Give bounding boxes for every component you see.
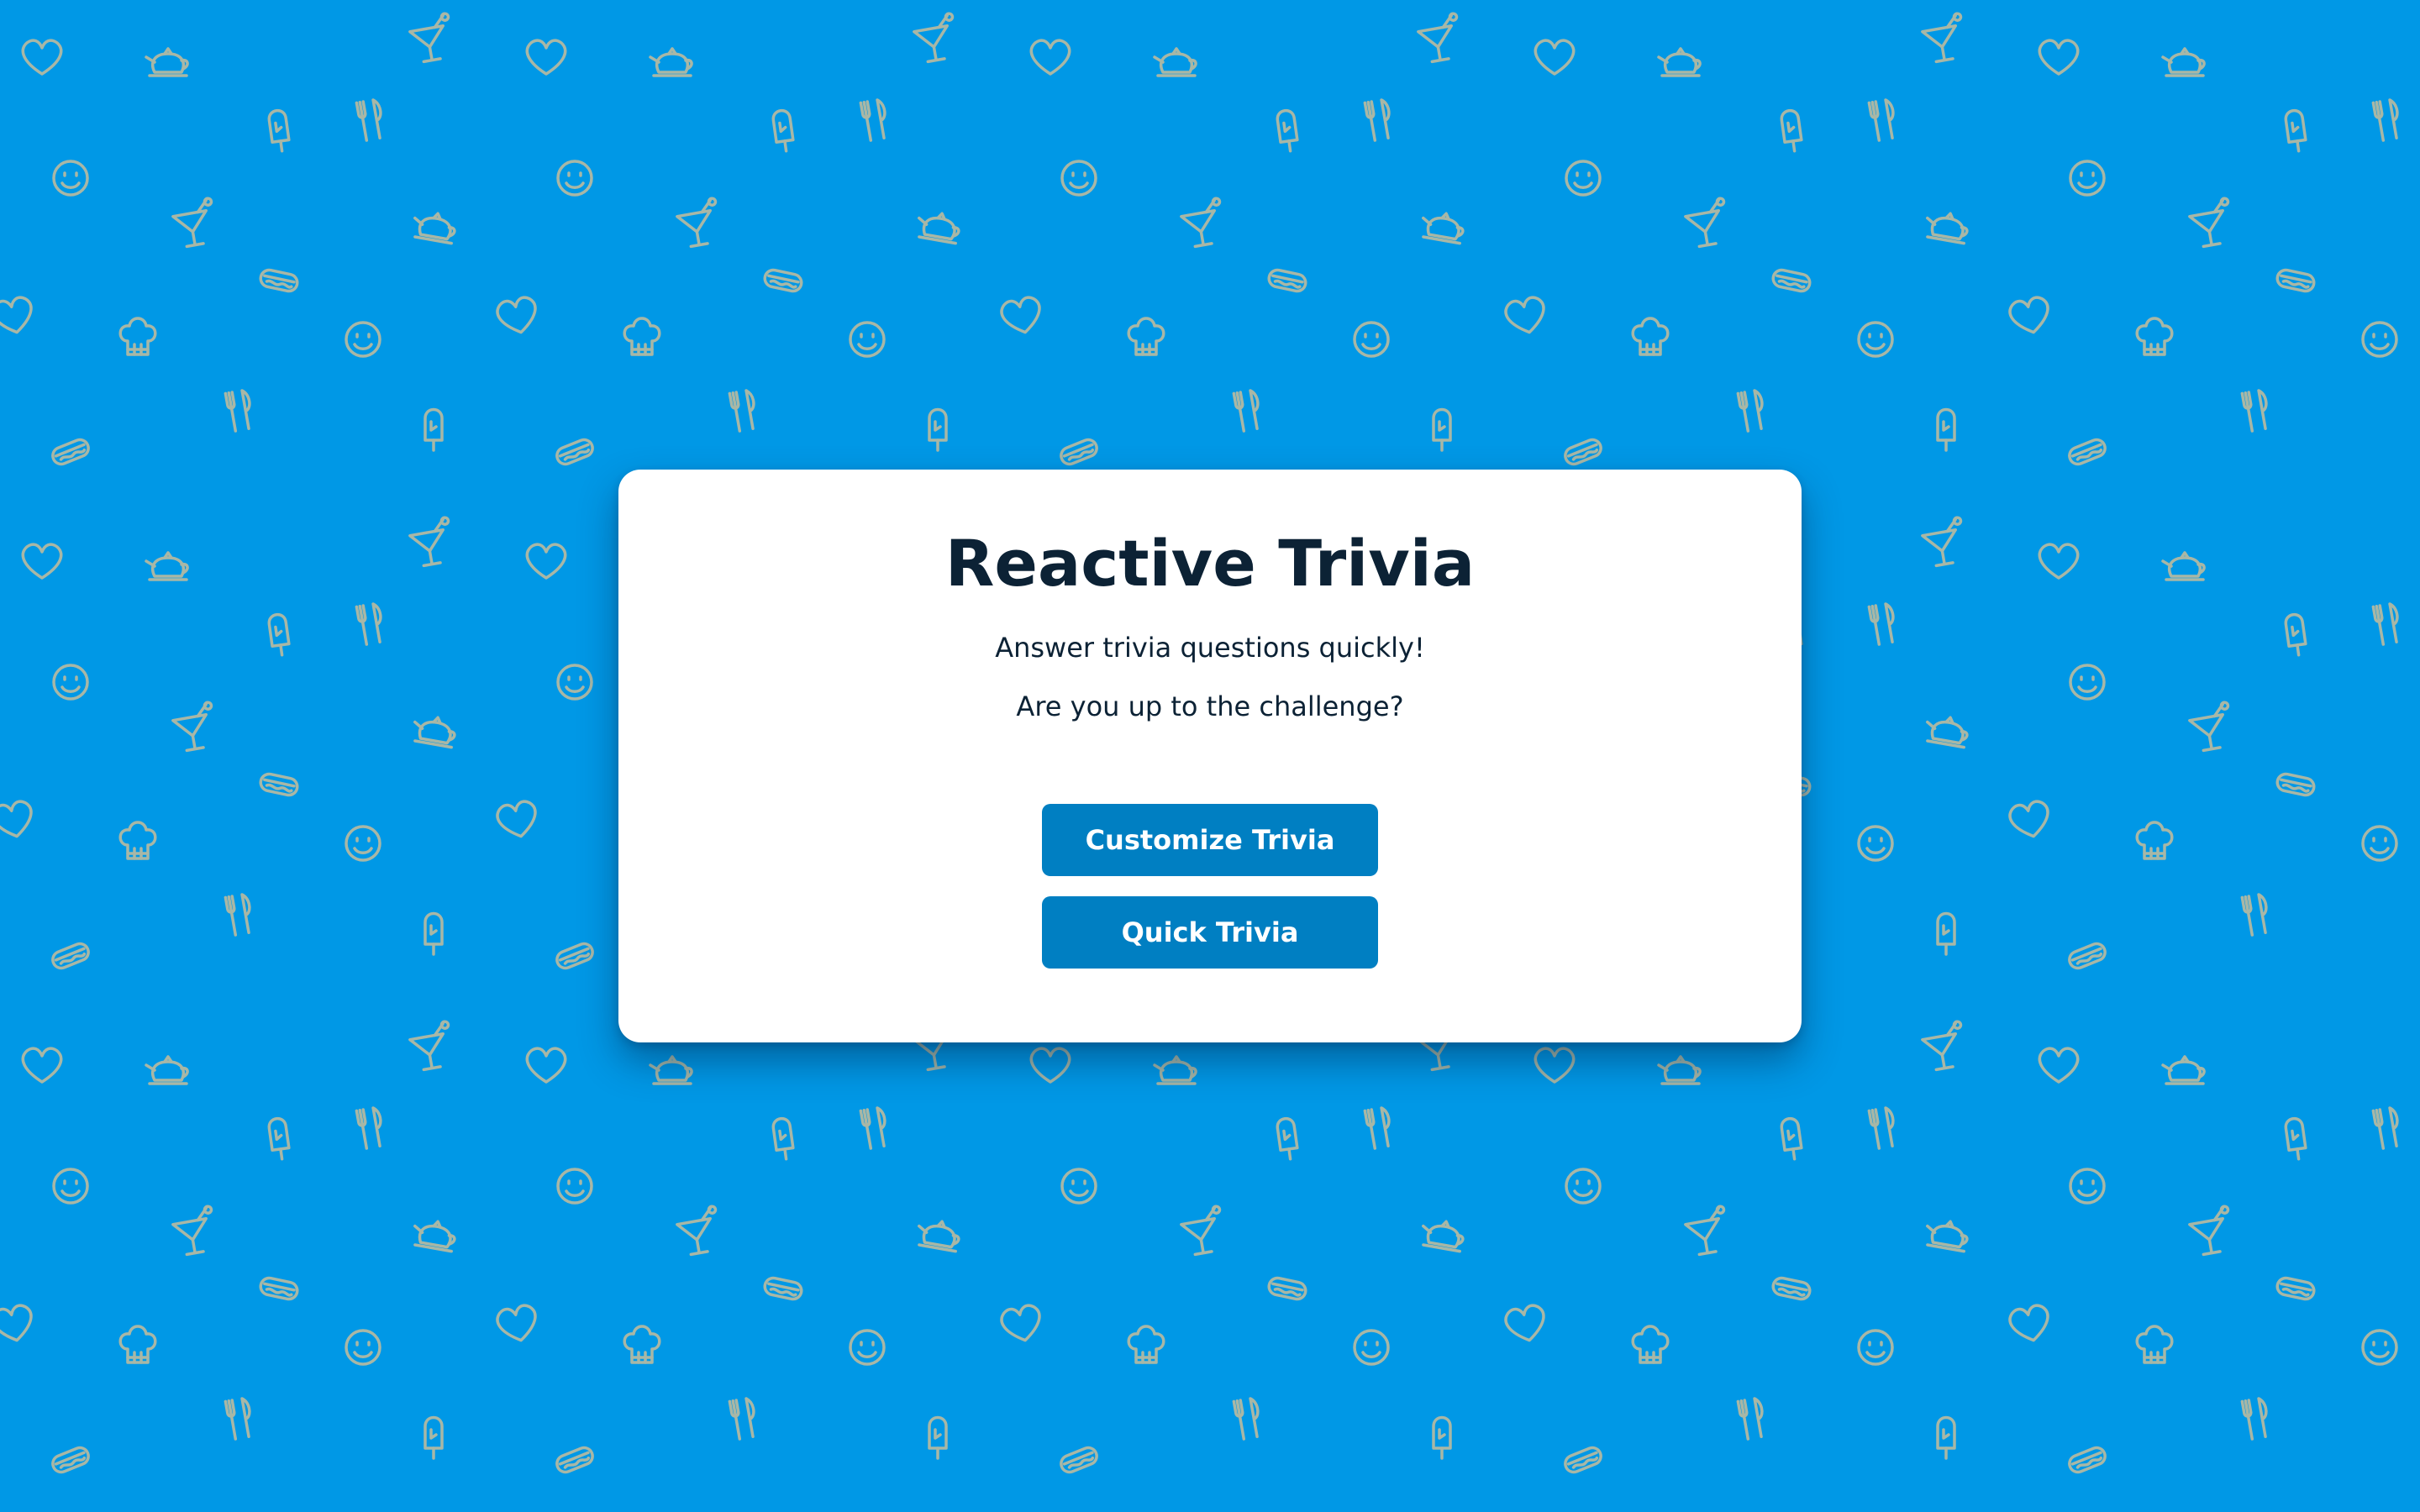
- app-screen: Reactive Trivia Answer trivia questions …: [0, 0, 2420, 1512]
- customize-trivia-button[interactable]: Customize Trivia: [1042, 804, 1378, 876]
- welcome-card: Reactive Trivia Answer trivia questions …: [618, 470, 1802, 1042]
- tagline-challenge: Are you up to the challenge?: [1016, 690, 1404, 722]
- page-title: Reactive Trivia: [944, 526, 1476, 601]
- quick-trivia-button[interactable]: Quick Trivia: [1042, 896, 1378, 969]
- tagline-answer-quickly: Answer trivia questions quickly!: [995, 632, 1425, 664]
